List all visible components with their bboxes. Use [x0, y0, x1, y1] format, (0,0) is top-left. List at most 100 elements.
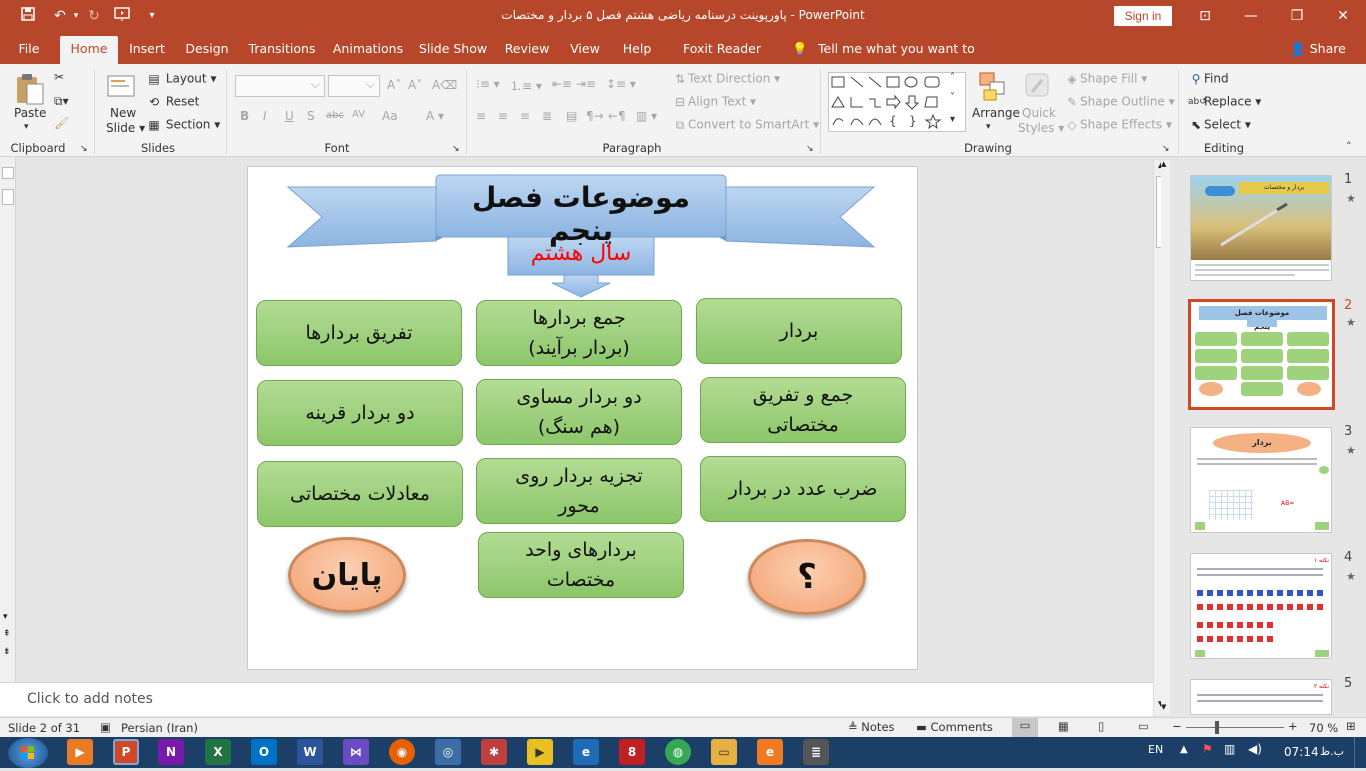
video-player-icon[interactable]: ▶ — [527, 739, 553, 765]
arrange-button[interactable]: Arrange — [972, 106, 1020, 120]
input-language[interactable]: EN — [1148, 743, 1163, 756]
shadow-button[interactable]: S — [307, 109, 315, 123]
align-left-icon[interactable]: ≡ — [476, 109, 486, 123]
italic-button[interactable]: I — [263, 109, 267, 123]
topic-vector[interactable]: بردار — [696, 298, 902, 364]
tab-design[interactable]: Design — [180, 36, 234, 64]
app-icon[interactable]: ✱ — [481, 739, 507, 765]
new-slide-label-1[interactable]: New — [110, 106, 136, 120]
start-button[interactable] — [8, 738, 48, 768]
align-text-button[interactable]: ⊟ Align Text ▾ — [672, 94, 756, 110]
strikethrough-button[interactable]: abc — [326, 110, 344, 121]
zoom-slider-handle[interactable] — [1215, 721, 1219, 734]
spelling-icon[interactable]: ▣ — [100, 720, 111, 734]
tab-review[interactable]: Review — [500, 36, 554, 64]
paste-dropdown-icon[interactable]: ▾ — [24, 122, 29, 132]
decrease-indent-icon[interactable]: ⇤≡ — [552, 77, 572, 91]
tab-animations[interactable]: Animations — [330, 36, 406, 64]
bullets-icon[interactable]: ⁝≡ ▾ — [476, 77, 500, 91]
powerpoint-icon[interactable]: P — [113, 739, 139, 765]
tab-transitions[interactable]: Transitions — [244, 36, 320, 64]
minimize-button[interactable]: — — [1228, 0, 1274, 32]
restore-button[interactable]: ❐ — [1274, 0, 1320, 32]
line-spacing-icon[interactable]: ↕≡ ▾ — [606, 77, 636, 91]
thumbnail-scrollbar[interactable]: ▲ ▼ — [1161, 160, 1170, 715]
paragraph-launcher-icon[interactable]: ↘ — [806, 144, 814, 154]
outline-marker[interactable] — [2, 189, 14, 205]
shape-fill-button[interactable]: ◈ Shape Fill ▾ — [1064, 71, 1147, 87]
shape-outline-button[interactable]: ✎ Shape Outline ▾ — [1064, 94, 1175, 110]
increase-font-icon[interactable]: A˄ — [387, 78, 401, 92]
topic-vector-subtraction[interactable]: تفریق بردارها — [256, 300, 462, 366]
shapes-scroll-up-icon[interactable]: ˄ — [950, 72, 955, 83]
font-launcher-icon[interactable]: ↘ — [452, 144, 460, 154]
app-icon[interactable]: e — [757, 739, 783, 765]
slide-canvas[interactable]: موضوعات فصل پنجم سال هشتم بردار جمع بردا… — [247, 166, 918, 670]
topic-opposite-vectors[interactable]: دو بردار قرینه — [257, 380, 463, 446]
layout-button[interactable]: ▤ Layout ▾ — [146, 71, 216, 87]
font-color-icon[interactable]: A ▾ — [426, 109, 444, 123]
word-icon[interactable]: W — [297, 739, 323, 765]
replace-button[interactable]: ab↺Replace ▾ — [1188, 94, 1261, 110]
topic-vector-decomposition[interactable]: تجزیه بردار روی محور — [476, 458, 682, 524]
zoom-in-button[interactable]: + — [1288, 719, 1298, 733]
quick-styles-icon[interactable] — [1022, 70, 1054, 102]
show-desktop-button[interactable] — [1354, 737, 1366, 768]
font-name-combo[interactable]: ⌵ — [235, 75, 325, 97]
scroll-down-icon[interactable]: ▼ — [1161, 703, 1166, 711]
topic-coordinate-equations[interactable]: معادلات مختصاتی — [257, 461, 463, 527]
slide-thumbnail-2[interactable]: موضوعات فصل پنجم — [1188, 299, 1335, 410]
firefox-icon[interactable]: ◉ — [389, 739, 415, 765]
scroll-down-icon[interactable]: ▾ — [3, 612, 8, 622]
sign-in-button[interactable]: Sign in — [1114, 6, 1172, 26]
arrange-icon[interactable] — [978, 70, 1010, 102]
new-slide-icon[interactable] — [106, 72, 138, 104]
clipboard-launcher-icon[interactable]: ↘ — [80, 144, 88, 154]
file-explorer-icon[interactable]: ▭ — [711, 739, 737, 765]
visual-studio-icon[interactable]: ⋈ — [343, 739, 369, 765]
quick-styles-label-1[interactable]: Quick — [1022, 106, 1056, 120]
zoom-out-button[interactable]: − — [1172, 719, 1182, 733]
comments-button[interactable]: ▬ Comments — [916, 720, 993, 734]
end-button[interactable]: پایان — [288, 537, 406, 613]
increase-indent-icon[interactable]: ⇥≡ — [576, 77, 596, 91]
tab-foxit-reader-pdf[interactable]: Foxit Reader PDF — [670, 36, 774, 82]
camera-icon[interactable]: ◎ — [435, 739, 461, 765]
align-right-icon[interactable]: ≡ — [520, 109, 530, 123]
onenote-icon[interactable]: N — [158, 739, 184, 765]
zoom-slider[interactable] — [1186, 727, 1284, 728]
network-icon[interactable]: ▥ — [1224, 742, 1235, 756]
topic-equal-vectors[interactable]: دو بردار مساوی (هم سنگ) — [476, 379, 682, 445]
tab-view[interactable]: View — [564, 36, 606, 64]
distributed-icon[interactable]: ▤ — [566, 109, 577, 123]
normal-view-icon[interactable]: ▭ — [1012, 718, 1038, 737]
zoom-level[interactable]: 70 % — [1309, 721, 1338, 735]
topic-coordinate-add-subtract[interactable]: جمع و تفریق مختصاتی — [700, 377, 906, 443]
character-spacing-button[interactable]: AV — [352, 109, 365, 120]
close-button[interactable]: ✕ — [1320, 0, 1366, 32]
topic-vector-addition[interactable]: جمع بردارها (بردار برآیند) — [476, 300, 682, 366]
next-slide-icon[interactable]: ⇟ — [3, 647, 11, 657]
section-button[interactable]: ▦ Section ▾ — [146, 117, 220, 133]
ltr-icon[interactable]: ¶→ — [586, 109, 604, 123]
drawing-launcher-icon[interactable]: ↘ — [1162, 144, 1170, 154]
slide-thumbnail-1[interactable]: بردار و مختصات — [1190, 175, 1332, 281]
action-center-icon[interactable]: ⚑ — [1202, 742, 1213, 756]
decrease-font-icon[interactable]: A˅ — [408, 78, 422, 92]
notes-button[interactable]: ≜ Notes — [848, 720, 895, 734]
winrar-icon[interactable]: ≣ — [803, 739, 829, 765]
justify-icon[interactable]: ≣ — [542, 109, 552, 123]
shape-effects-button[interactable]: ◇ Shape Effects ▾ — [1064, 117, 1172, 133]
topic-unit-vectors[interactable]: بردارهای واحد مختصات — [478, 532, 684, 598]
select-button[interactable]: ⬉ Select ▾ — [1188, 117, 1251, 133]
new-slide-label-2[interactable]: Slide ▾ — [106, 121, 145, 135]
excel-icon[interactable]: X — [205, 739, 231, 765]
paste-button[interactable]: Paste — [14, 106, 46, 120]
reset-button[interactable]: ⟲ Reset — [146, 94, 199, 110]
arrange-dropdown-icon[interactable]: ▾ — [986, 122, 991, 132]
tab-insert[interactable]: Insert — [124, 36, 170, 64]
cut-icon[interactable]: ✂ — [54, 70, 64, 84]
change-case-button[interactable]: Aa — [382, 109, 398, 123]
slide-thumbnail-3[interactable]: بردار AB= — [1190, 427, 1332, 533]
find-button[interactable]: ⚲ Find — [1188, 71, 1229, 87]
